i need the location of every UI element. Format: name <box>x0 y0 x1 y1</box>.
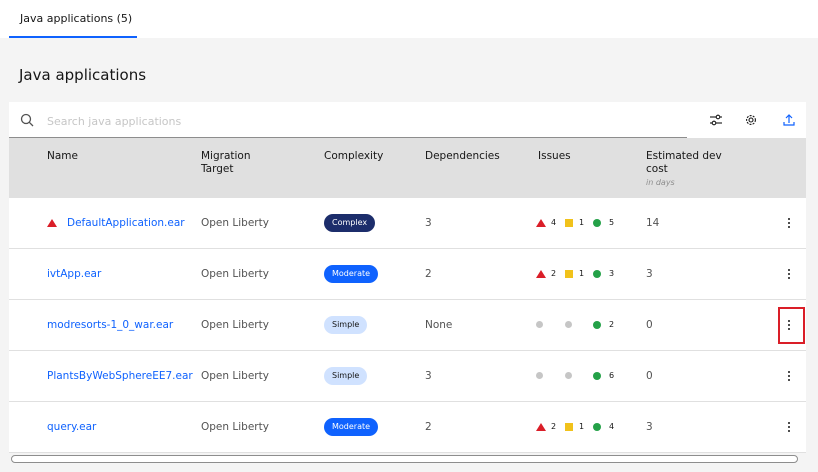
dependencies-count: None <box>425 319 453 331</box>
table-toolbar <box>9 102 806 138</box>
no-warning-issues-icon <box>565 372 572 379</box>
info-issue-icon <box>593 270 601 278</box>
no-critical-issues-icon <box>536 372 543 379</box>
column-issues[interactable]: Issues <box>538 150 571 163</box>
table-row: PlantsByWebSphereEE7.ear Open Liberty Si… <box>9 351 806 402</box>
application-name-link[interactable]: PlantsByWebSphereEE7.ear <box>47 370 193 382</box>
overflow-menu-button[interactable] <box>782 213 796 233</box>
migration-target: Open Liberty <box>201 268 269 280</box>
critical-issue-icon <box>536 423 546 431</box>
overflow-menu-button[interactable] <box>782 264 796 284</box>
migration-target: Open Liberty <box>201 370 269 382</box>
search-input[interactable] <box>45 110 649 132</box>
estimated-dev-cost: 3 <box>646 421 653 433</box>
complexity-badge: Simple <box>324 316 368 334</box>
column-complexity[interactable]: Complexity <box>324 150 383 163</box>
search-icon <box>20 112 34 131</box>
info-issue-icon <box>593 219 601 227</box>
table-row: modresorts-1_0_war.ear Open Liberty Simp… <box>9 300 806 351</box>
horizontal-scrollbar[interactable] <box>11 455 798 463</box>
estimated-dev-cost: 3 <box>646 268 653 280</box>
migration-target: Open Liberty <box>201 421 269 433</box>
tab-java-applications[interactable]: Java applications (5) <box>9 0 137 38</box>
critical-issue-icon <box>536 219 546 227</box>
no-critical-issues-icon <box>536 321 543 328</box>
column-migration-target[interactable]: Migration Target <box>201 150 271 176</box>
estimated-dev-cost: 0 <box>646 370 653 382</box>
warning-issue-count: 1 <box>579 422 585 431</box>
table-row: ivtApp.ear Open Liberty Moderate 2 2 1 3… <box>9 249 806 300</box>
critical-issue-count: 2 <box>551 269 557 278</box>
tab-bar: Java applications (5) <box>0 0 818 38</box>
application-name-link[interactable]: DefaultApplication.ear <box>67 217 185 229</box>
info-issue-count: 5 <box>609 218 615 227</box>
critical-issue-count: 4 <box>551 218 557 227</box>
warning-issue-count: 1 <box>579 218 585 227</box>
dependencies-count: 3 <box>425 370 432 382</box>
applications-table: Name Migration Target Complexity Depende… <box>9 138 806 453</box>
critical-issue-count: 2 <box>551 422 557 431</box>
estimated-dev-cost: 14 <box>646 217 660 229</box>
no-warning-issues-icon <box>565 321 572 328</box>
migration-target: Open Liberty <box>201 217 269 229</box>
application-name-link[interactable]: query.ear <box>47 421 96 433</box>
warning-issue-icon <box>565 219 573 227</box>
filter-settings-icon[interactable] <box>707 111 725 129</box>
warning-issue-icon <box>565 270 573 278</box>
page-title: Java applications <box>19 66 147 84</box>
overflow-menu-button[interactable] <box>782 366 796 386</box>
highlight-box <box>778 307 805 344</box>
tab-label: Java applications (5) <box>20 12 133 25</box>
table-row: DefaultApplication.ear Open Liberty Comp… <box>9 198 806 249</box>
info-issue-icon <box>593 423 601 431</box>
export-upload-icon[interactable] <box>780 111 798 129</box>
critical-issue-icon <box>536 270 546 278</box>
dependencies-count: 3 <box>425 217 432 229</box>
application-name-link[interactable]: ivtApp.ear <box>47 268 101 280</box>
column-estimated-dev-cost-unit: in days <box>646 178 675 187</box>
table-row: query.ear Open Liberty Moderate 2 2 1 4 … <box>9 402 806 453</box>
info-issue-count: 4 <box>609 422 615 431</box>
dependencies-count: 2 <box>425 421 432 433</box>
gear-icon[interactable] <box>742 111 760 129</box>
column-dependencies[interactable]: Dependencies <box>425 150 500 163</box>
warning-issue-icon <box>565 423 573 431</box>
dependencies-count: 2 <box>425 268 432 280</box>
info-issue-count: 2 <box>609 320 615 329</box>
search-box <box>9 102 687 138</box>
complexity-badge: Moderate <box>324 265 379 283</box>
application-name-link[interactable]: modresorts-1_0_war.ear <box>47 319 173 331</box>
complexity-badge: Moderate <box>324 418 379 436</box>
estimated-dev-cost: 0 <box>646 319 653 331</box>
table-header: Name Migration Target Complexity Depende… <box>9 138 806 198</box>
overflow-menu-button[interactable] <box>782 417 796 437</box>
info-issue-icon <box>593 321 601 329</box>
migration-target: Open Liberty <box>201 319 269 331</box>
column-estimated-dev-cost-label: Estimated dev cost <box>646 150 722 175</box>
warning-icon <box>47 219 57 227</box>
info-issue-count: 3 <box>609 269 615 278</box>
column-estimated-dev-cost[interactable]: Estimated dev cost in days <box>646 150 736 189</box>
warning-issue-count: 1 <box>579 269 585 278</box>
complexity-badge: Simple <box>324 367 368 385</box>
complexity-badge: Complex <box>324 214 376 232</box>
column-name[interactable]: Name <box>47 150 78 163</box>
info-issue-count: 6 <box>609 371 615 380</box>
info-issue-icon <box>593 372 601 380</box>
